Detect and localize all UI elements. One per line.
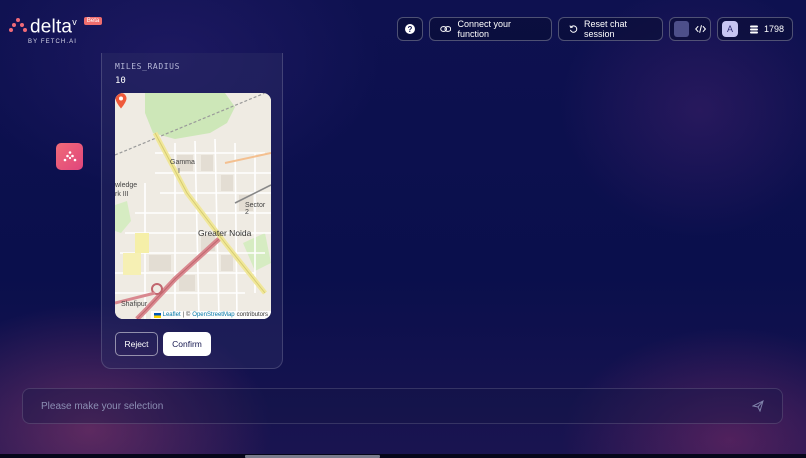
link-icon — [440, 26, 452, 32]
connect-function-button[interactable]: Connect your function — [429, 17, 552, 41]
field-label: MILES_RADIUS — [115, 62, 180, 71]
coins-stack-icon — [749, 25, 758, 33]
avatar: A — [722, 21, 738, 37]
ukraine-flag-icon — [153, 312, 161, 318]
brand-logo[interactable]: deltav Beta BY FETCH.AI — [9, 13, 103, 46]
delta-logo-icon — [9, 17, 27, 32]
beta-badge: Beta — [83, 16, 103, 25]
map-place-label: Sector 2 — [245, 202, 266, 216]
brand-byline: BY FETCH.AI — [28, 39, 77, 46]
taskbar-strip — [0, 454, 806, 458]
map-attribution: Leaflet | © OpenStreetMap contributors — [150, 311, 271, 319]
help-button[interactable]: ? — [397, 17, 423, 41]
openstreetmap-link[interactable]: OpenStreetMap — [192, 312, 234, 318]
rotate-ccw-icon — [569, 25, 578, 33]
account-button[interactable]: A 1798 — [717, 17, 793, 41]
map-view[interactable]: Gamma I wledge rk III Sector 2 Shafipur … — [115, 93, 271, 319]
leaflet-link[interactable]: Leaflet — [163, 312, 181, 318]
map-place-label: wledge — [115, 182, 138, 189]
map-city-label: Greater Noida — [198, 228, 252, 238]
reset-chat-button[interactable]: Reset chat session — [558, 17, 663, 41]
developer-mode-toggle[interactable] — [669, 17, 711, 41]
map-place-label: I — [178, 168, 180, 175]
send-icon[interactable] — [752, 400, 764, 412]
location-pin-icon[interactable] — [115, 93, 127, 109]
reject-button[interactable]: Reject — [115, 332, 158, 356]
credits-count: 1798 — [763, 24, 784, 34]
chat-input-bar — [22, 388, 783, 424]
map-place-label: rk III — [115, 191, 129, 198]
reset-chat-label: Reset chat session — [583, 19, 627, 39]
connect-function-label: Connect your function — [457, 19, 511, 39]
chat-input[interactable] — [41, 389, 721, 423]
attribution-tail: contributors — [236, 312, 268, 318]
selection-card: MILES_RADIUS 10 Gamma I wledge rk III Se… — [101, 53, 283, 369]
credits-display: 1798 — [749, 24, 784, 34]
attribution-separator: | © — [182, 312, 191, 318]
code-icon — [694, 25, 706, 33]
map-place-label: Gamma — [170, 159, 195, 166]
question-circle-icon: ? — [405, 24, 415, 34]
map-place-label: Shafipur — [121, 301, 148, 308]
brand-name: deltav — [30, 16, 77, 38]
toggle-swatch — [674, 21, 689, 37]
agent-avatar-icon — [56, 143, 83, 170]
confirm-button[interactable]: Confirm — [163, 332, 211, 356]
field-value: 10 — [115, 76, 126, 86]
